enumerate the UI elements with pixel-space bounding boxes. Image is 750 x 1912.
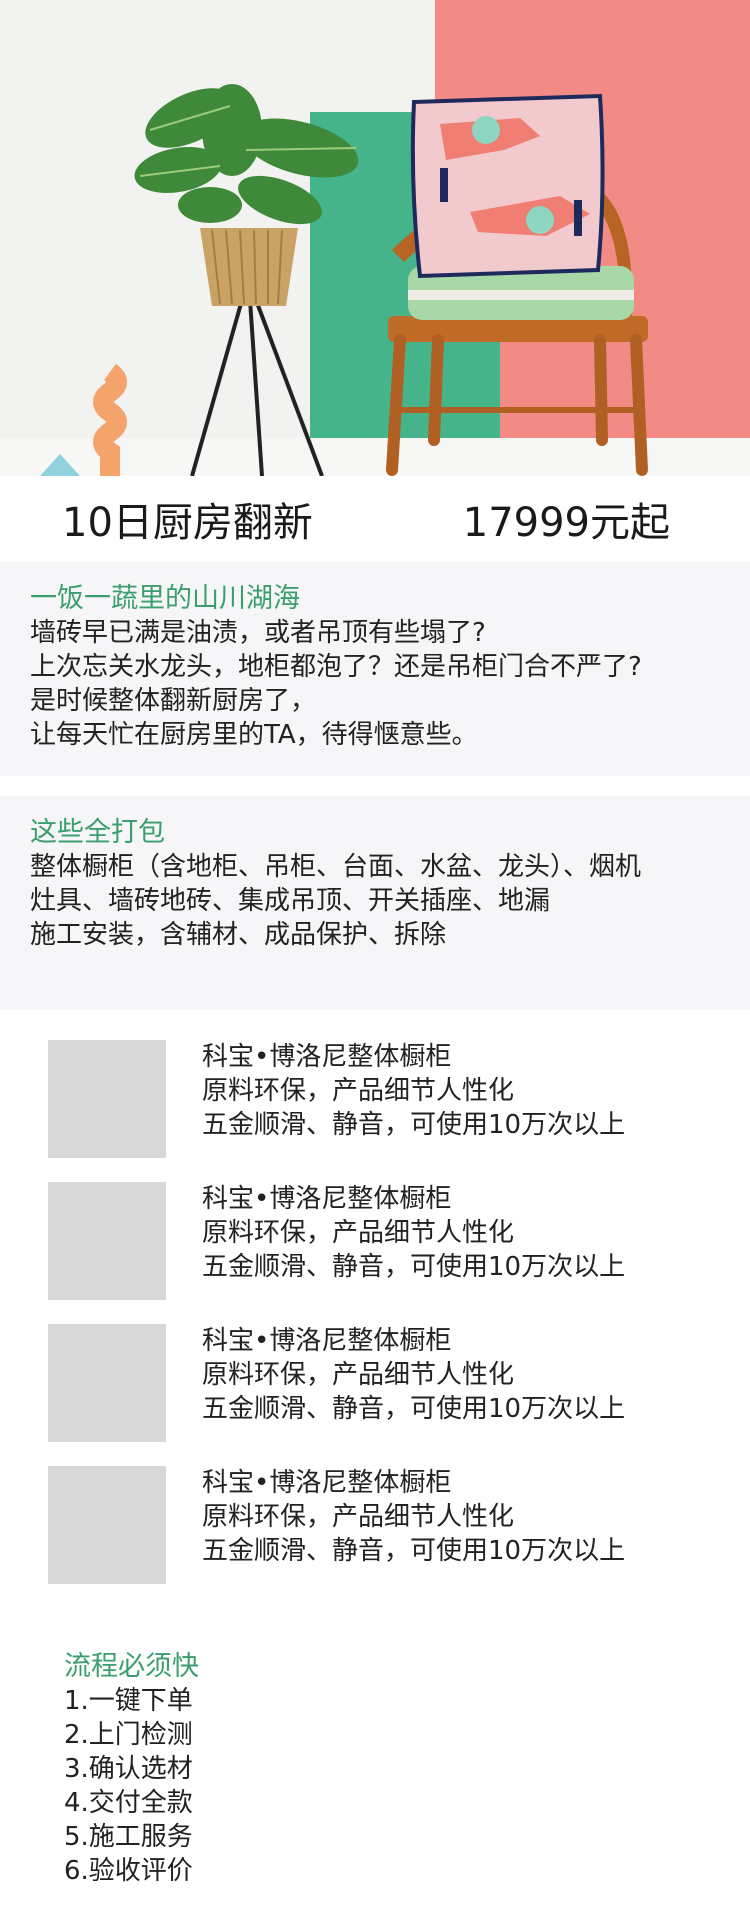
process-step: 2.上门检测 <box>64 1720 193 1750</box>
hero-image <box>0 0 750 476</box>
product-feature: 五金顺滑、静音，可使用10万次以上 <box>202 1252 626 1282</box>
product-feature: 五金顺滑、静音，可使用10万次以上 <box>202 1536 626 1566</box>
package-heading: 这些全打包 <box>30 817 165 848</box>
product-description: 科宝•博洛尼整体橱柜 原料环保，产品细节人性化 五金顺滑、静音，可使用10万次以… <box>202 1466 625 1568</box>
product-thumbnail <box>48 1040 166 1158</box>
product-feature: 原料环保，产品细节人性化 <box>202 1218 515 1248</box>
product-description: 科宝•博洛尼整体橱柜 原料环保，产品细节人性化 五金顺滑、静音，可使用10万次以… <box>202 1324 625 1426</box>
package-price: 17999元起 <box>462 500 670 546</box>
process-heading: 流程必须快 <box>64 1651 199 1682</box>
intro-line: 是时候整体翻新厨房了， <box>30 686 317 716</box>
product-feature: 五金顺滑、静音，可使用10万次以上 <box>202 1394 626 1424</box>
package-line: 施工安装，含辅材、成品保护、拆除 <box>30 920 447 950</box>
intro-section: 一饭一蔬里的山川湖海 墙砖早已满是油渍，或者吊顶有些塌了? 上次忘关水龙头，地柜… <box>0 562 750 776</box>
product-item[interactable]: 科宝•博洛尼整体橱柜 原料环保，产品细节人性化 五金顺滑、静音，可使用10万次以… <box>0 1466 750 1608</box>
product-name: 科宝•博洛尼整体橱柜 <box>202 1184 452 1214</box>
product-item[interactable]: 科宝•博洛尼整体橱柜 原料环保，产品细节人性化 五金顺滑、静音，可使用10万次以… <box>0 1182 750 1324</box>
process-section: 流程必须快 1.一键下单 2.上门检测 3.确认选材 4.交付全款 5.施工服务… <box>0 1608 750 1888</box>
product-name: 科宝•博洛尼整体橱柜 <box>202 1468 452 1498</box>
product-thumbnail <box>48 1324 166 1442</box>
intro-line: 让每天忙在厨房里的TA，待得惬意些。 <box>30 720 478 750</box>
intro-line: 墙砖早已满是油渍，或者吊顶有些塌了? <box>30 618 486 648</box>
product-list: 科宝•博洛尼整体橱柜 原料环保，产品细节人性化 五金顺滑、静音，可使用10万次以… <box>0 1010 750 1608</box>
product-thumbnail <box>48 1466 166 1584</box>
product-description: 科宝•博洛尼整体橱柜 原料环保，产品细节人性化 五金顺滑、静音，可使用10万次以… <box>202 1040 625 1142</box>
product-item[interactable]: 科宝•博洛尼整体橱柜 原料环保，产品细节人性化 五金顺滑、静音，可使用10万次以… <box>0 1040 750 1182</box>
intro-heading: 一饭一蔬里的山川湖海 <box>30 583 300 614</box>
product-name: 科宝•博洛尼整体橱柜 <box>202 1042 452 1072</box>
process-step: 4.交付全款 <box>64 1788 193 1818</box>
process-step: 1.一键下单 <box>64 1686 193 1716</box>
product-item[interactable]: 科宝•博洛尼整体橱柜 原料环保，产品细节人性化 五金顺滑、静音，可使用10万次以… <box>0 1324 750 1466</box>
product-feature: 原料环保，产品细节人性化 <box>202 1076 515 1106</box>
intro-line: 上次忘关水龙头，地柜都泡了？还是吊柜门合不严了? <box>30 652 642 682</box>
package-section: 这些全打包 整体橱柜（含地柜、吊柜、台面、水盆、龙头）、烟机 灶具、墙砖地砖、集… <box>0 796 750 1010</box>
product-thumbnail <box>48 1182 166 1300</box>
product-feature: 原料环保，产品细节人性化 <box>202 1360 515 1390</box>
product-feature: 五金顺滑、静音，可使用10万次以上 <box>202 1110 626 1140</box>
package-line: 灶具、墙砖地砖、集成吊顶、开关插座、地漏 <box>30 886 551 916</box>
product-name: 科宝•博洛尼整体橱柜 <box>202 1326 452 1356</box>
title-bar: 10日厨房翻新 17999元起 <box>0 476 750 562</box>
process-step: 6.验收评价 <box>64 1856 193 1886</box>
product-description: 科宝•博洛尼整体橱柜 原料环保，产品细节人性化 五金顺滑、静音，可使用10万次以… <box>202 1182 625 1284</box>
package-line: 整体橱柜（含地柜、吊柜、台面、水盆、龙头）、烟机 <box>30 852 642 882</box>
process-step: 3.确认选材 <box>64 1754 193 1784</box>
section-gap <box>0 776 750 796</box>
process-step: 5.施工服务 <box>64 1822 193 1852</box>
product-feature: 原料环保，产品细节人性化 <box>202 1502 515 1532</box>
package-title: 10日厨房翻新 <box>62 500 313 546</box>
